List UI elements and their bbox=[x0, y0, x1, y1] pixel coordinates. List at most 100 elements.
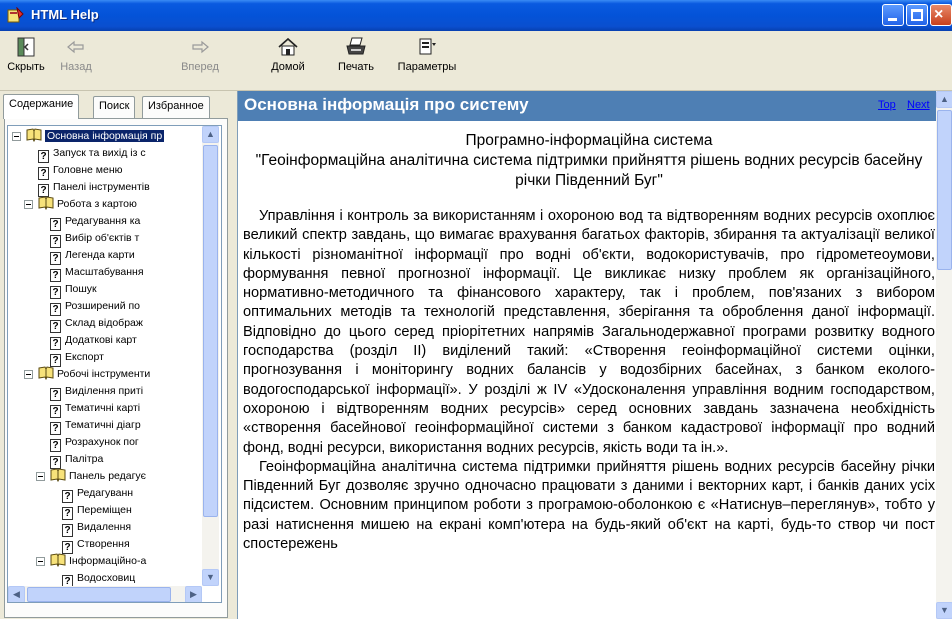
help-app-icon bbox=[7, 7, 24, 23]
tree-item-label: Розширений по bbox=[65, 300, 141, 312]
scroll-up-icon[interactable]: ▲ bbox=[202, 126, 219, 143]
tree-page-item[interactable]: ? Водосховиц bbox=[48, 570, 135, 588]
tree-book-item[interactable]: Основна інформація пр bbox=[12, 128, 165, 145]
tree-page-item[interactable]: ? Тематичні карті bbox=[36, 400, 141, 418]
tree-item-label: Запуск та вихід із с bbox=[53, 147, 146, 159]
scroll-up-icon[interactable]: ▲ bbox=[936, 91, 952, 108]
paragraph: Геоінформаційна аналітична система підтр… bbox=[243, 458, 935, 553]
collapse-icon[interactable] bbox=[36, 557, 45, 566]
tree-item-label: Панелі інструментів bbox=[53, 181, 150, 193]
collapse-icon[interactable] bbox=[12, 132, 21, 141]
print-label: Печать bbox=[337, 61, 375, 73]
tree-item-label: Робота з картою bbox=[57, 198, 137, 210]
tree-horizontal-scrollbar[interactable]: ◀ ▶ bbox=[8, 586, 202, 602]
options-button[interactable]: Параметры bbox=[396, 35, 458, 87]
contents-tree[interactable]: Основна інформація пр ? Запуск та вихід із… bbox=[7, 125, 222, 603]
hide-pane-icon bbox=[17, 37, 35, 57]
print-button[interactable]: Печать bbox=[331, 35, 381, 87]
printer-icon bbox=[346, 37, 366, 55]
tree-page-item[interactable]: ? Склад відображ bbox=[36, 315, 143, 333]
forward-arrow-icon bbox=[192, 40, 209, 54]
tab-contents[interactable]: Содержание bbox=[3, 94, 80, 119]
maximize-icon bbox=[911, 9, 923, 21]
maximize-button[interactable] bbox=[906, 4, 928, 26]
collapse-icon[interactable] bbox=[24, 200, 33, 209]
tab-favorites[interactable]: Избранное bbox=[142, 96, 210, 118]
collapse-icon[interactable] bbox=[24, 370, 33, 379]
collapse-icon[interactable] bbox=[36, 472, 45, 481]
scroll-down-icon[interactable]: ▼ bbox=[202, 569, 219, 586]
tree-item-label: Розрахунок пог bbox=[65, 436, 139, 448]
tree-vertical-scrollbar[interactable]: ▲ ▼ bbox=[202, 126, 219, 586]
tree-hscroll-thumb[interactable] bbox=[27, 587, 171, 602]
toolbar: Скрыть Назад Вперед Домой Печать Парамет… bbox=[0, 31, 952, 91]
tree-item-label: Тематичні карті bbox=[65, 402, 141, 414]
paragraph: Управління і контроль за використанням і… bbox=[243, 208, 935, 456]
minimize-button[interactable] bbox=[882, 4, 904, 26]
tree-item-label: Додаткові карт bbox=[65, 334, 137, 346]
tree-page-item[interactable]: ? Редагування ка bbox=[36, 213, 140, 231]
tree-item-label: Склад відображ bbox=[65, 317, 143, 329]
tree-page-item[interactable]: ? Розрахунок пог bbox=[36, 434, 139, 452]
tree-book-item[interactable]: Панель редагує bbox=[36, 468, 146, 485]
tree-book-item[interactable]: Робота з картою bbox=[24, 196, 137, 213]
tree-page-item[interactable]: ? Панелі інструментів bbox=[24, 179, 150, 197]
title-bar[interactable]: HTML Help × bbox=[0, 0, 952, 31]
tree-item-label: Пошук bbox=[65, 283, 97, 295]
tree-page-item[interactable]: ? Виділення приті bbox=[36, 383, 144, 401]
home-button[interactable]: Домой bbox=[266, 35, 310, 87]
navigation-pane: Содержание Поиск Избранное Основна інфор… bbox=[0, 91, 231, 619]
options-icon bbox=[419, 38, 436, 55]
tree-scroll-thumb[interactable] bbox=[203, 145, 218, 517]
tree-page-item[interactable]: ? Додаткові карт bbox=[36, 332, 137, 350]
tree-book-item[interactable]: Робочі інструменти bbox=[24, 366, 150, 383]
back-button[interactable]: Назад bbox=[54, 35, 98, 87]
scroll-right-icon[interactable]: ▶ bbox=[185, 586, 202, 602]
tree-page-item[interactable]: ? Запуск та вихід із с bbox=[24, 145, 146, 163]
tree-page-item[interactable]: ? Розширений по bbox=[36, 298, 141, 316]
tree-page-item[interactable]: ? Переміщен bbox=[48, 502, 132, 520]
tree-page-item[interactable]: ? Пошук bbox=[36, 281, 97, 299]
topic-vertical-scrollbar[interactable]: ▲ ▼ bbox=[936, 91, 952, 619]
tree-page-item[interactable]: ? Видалення bbox=[48, 519, 132, 537]
tree-item-label: Вибір об'єктів т bbox=[65, 232, 140, 244]
tree-item-label: Палітра bbox=[65, 453, 104, 465]
window-title: HTML Help bbox=[31, 7, 99, 22]
book-open-icon bbox=[38, 196, 54, 210]
book-open-icon bbox=[50, 553, 66, 567]
document-heading-line1: Програмно-інформаційна система bbox=[465, 132, 713, 149]
tree-page-item[interactable]: ? Палітра bbox=[36, 451, 104, 469]
scroll-left-icon[interactable]: ◀ bbox=[8, 586, 25, 602]
tree-page-item[interactable]: ? Тематичні діагр bbox=[36, 417, 141, 435]
topic-pane: Основна інформація про систему Top Next … bbox=[237, 91, 952, 619]
close-icon: × bbox=[934, 6, 944, 23]
topic-scroll-thumb[interactable] bbox=[937, 110, 952, 270]
tree-page-item[interactable]: ? Легенда карти bbox=[36, 247, 135, 265]
next-link[interactable]: Next bbox=[907, 99, 930, 111]
hide-button[interactable]: Скрыть bbox=[4, 35, 48, 87]
tree-item-label: Тематичні діагр bbox=[65, 419, 141, 431]
options-label: Параметры bbox=[397, 61, 457, 73]
tree-item-label: Основна інформація пр bbox=[45, 130, 165, 142]
tree-item-label: Масштабування bbox=[65, 266, 144, 278]
tree-book-item[interactable]: Інформаційно-а bbox=[36, 553, 146, 570]
forward-button[interactable]: Вперед bbox=[170, 35, 230, 87]
tree-page-item[interactable]: ? Експорт bbox=[36, 349, 104, 367]
tree-item-label: Видалення bbox=[77, 521, 132, 533]
book-open-icon bbox=[26, 128, 42, 142]
tree-page-item[interactable]: ? Створення bbox=[48, 536, 130, 554]
scroll-down-icon[interactable]: ▼ bbox=[936, 602, 952, 619]
tree-item-label: Переміщен bbox=[77, 504, 132, 516]
tree-item-label: Виділення приті bbox=[65, 385, 144, 397]
tab-search[interactable]: Поиск bbox=[93, 96, 136, 118]
tree-page-item[interactable]: ? Головне меню bbox=[24, 162, 123, 180]
tree-item-label: Панель редагує bbox=[69, 470, 147, 482]
tree-page-item[interactable]: ? Масштабування bbox=[36, 264, 144, 282]
close-button[interactable]: × bbox=[930, 4, 952, 26]
top-link[interactable]: Top bbox=[878, 99, 896, 111]
hide-label: Скрыть bbox=[7, 61, 45, 73]
tree-page-item[interactable]: ? Вибір об'єктів т bbox=[36, 230, 140, 248]
home-label: Домой bbox=[271, 61, 305, 73]
tree-page-item[interactable]: ? Редагуванн bbox=[48, 485, 133, 503]
tree-item-label: Інформаційно-а bbox=[69, 555, 147, 567]
